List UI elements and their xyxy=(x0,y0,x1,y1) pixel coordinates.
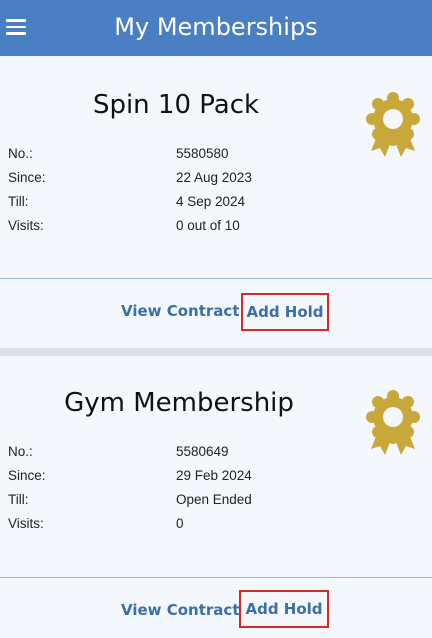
label-visits: Visits: xyxy=(8,516,44,531)
label-since: Since: xyxy=(8,170,46,185)
value-since: 22 Aug 2023 xyxy=(176,170,252,185)
add-hold-button[interactable]: Add Hold xyxy=(241,293,329,331)
membership-card: Spin 10 Pack No.: 5580580 Since: 22 Aug … xyxy=(0,57,432,348)
value-number: 5580649 xyxy=(176,444,229,459)
card-divider xyxy=(0,278,432,279)
membership-card: Gym Membership No.: 5580649 Since: 29 Fe… xyxy=(0,356,432,638)
view-contract-button[interactable]: View Contract xyxy=(121,601,239,619)
label-no: No.: xyxy=(8,146,33,161)
add-hold-label: Add Hold xyxy=(246,303,324,321)
view-contract-button[interactable]: View Contract xyxy=(121,302,239,320)
value-visits: 0 out of 10 xyxy=(176,218,240,233)
card-separator xyxy=(0,348,432,356)
app-bar: My Memberships xyxy=(0,0,432,56)
award-badge-icon xyxy=(366,390,420,455)
label-no: No.: xyxy=(8,444,33,459)
card-divider xyxy=(0,577,432,578)
page-title: My Memberships xyxy=(114,13,318,41)
add-hold-button[interactable]: Add Hold xyxy=(239,590,329,628)
add-hold-label: Add Hold xyxy=(245,600,323,618)
value-visits: 0 xyxy=(176,516,184,531)
value-till: 4 Sep 2024 xyxy=(176,194,246,209)
award-badge-icon xyxy=(366,92,420,157)
label-since: Since: xyxy=(8,468,46,483)
label-till: Till: xyxy=(8,492,29,507)
value-till: Open Ended xyxy=(176,492,252,507)
label-visits: Visits: xyxy=(8,218,44,233)
value-since: 29 Feb 2024 xyxy=(176,468,252,483)
label-till: Till: xyxy=(8,194,29,209)
value-number: 5580580 xyxy=(176,146,229,161)
